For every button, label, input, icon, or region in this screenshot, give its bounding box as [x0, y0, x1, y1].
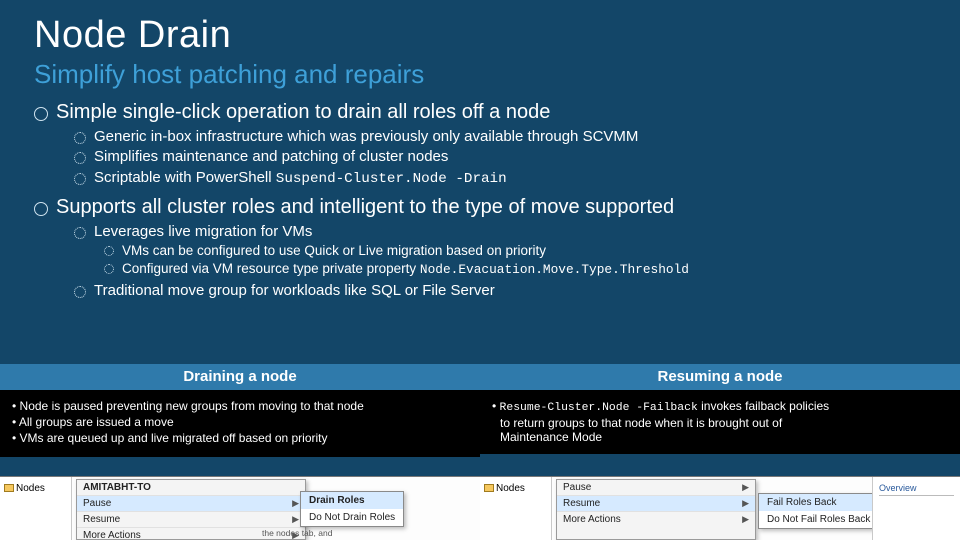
- menu-item-resume[interactable]: Resume ▶: [557, 496, 755, 512]
- panel-header: Resuming a node: [480, 364, 960, 390]
- chevron-right-icon: ▶: [742, 482, 749, 493]
- panel-header: Draining a node: [0, 364, 480, 390]
- chevron-right-icon: ▶: [742, 498, 749, 509]
- bullet-l2: Simplifies maintenance and patching of c…: [74, 147, 926, 167]
- text: Scriptable with PowerShell: [94, 169, 276, 186]
- flyout-menu: Drain Roles Do Not Drain Roles: [300, 491, 404, 527]
- flyout-menu: Fail Roles Back Do Not Fail Roles Back: [758, 493, 888, 529]
- menu-label: Pause: [563, 482, 591, 493]
- slide-subtitle: Simplify host patching and repairs: [34, 59, 926, 90]
- bullet-l1: Supports all cluster roles and intellige…: [34, 195, 926, 220]
- panel-line: Node is paused preventing new groups fro…: [10, 398, 470, 414]
- bullet-content: Simple single-click operation to drain a…: [34, 100, 926, 301]
- chevron-right-icon: ▶: [292, 514, 299, 525]
- bullet-l2: Traditional move group for workloads lik…: [74, 281, 926, 301]
- code-inline: Resume-Cluster.Node -Failback: [500, 402, 698, 414]
- text: Configured via VM resource type private …: [122, 261, 420, 276]
- menu-item-more[interactable]: More Actions ▶: [557, 512, 755, 527]
- menu-label: Pause: [83, 498, 111, 509]
- folder-icon: [4, 484, 14, 492]
- tree-pane: Nodes: [0, 477, 72, 540]
- screenshots-row: Nodes AMITABHT-TO Pause ▶ Resume ▶ More Ac…: [0, 476, 960, 540]
- flyout-item-nofailback[interactable]: Do Not Fail Roles Back: [759, 511, 887, 528]
- flyout-item-nodrain[interactable]: Do Not Drain Roles: [301, 509, 403, 526]
- tree-label: Nodes: [496, 483, 525, 494]
- flyout-item-failback[interactable]: Fail Roles Back: [759, 494, 887, 511]
- menu-item-pause[interactable]: Pause ▶: [557, 480, 755, 496]
- bullet-l3: Configured via VM resource type private …: [104, 260, 926, 278]
- folder-icon: [484, 484, 494, 492]
- panel-body: Node is paused preventing new groups fro…: [0, 390, 480, 457]
- panel-body: Resume-Cluster.Node -Failback invokes fa…: [480, 390, 960, 454]
- bullet-l3: VMs can be configured to use Quick or Li…: [104, 242, 926, 260]
- bullet-l2: Scriptable with PowerShell Suspend-Clust…: [74, 168, 926, 189]
- screenshot-resume: Nodes Pause ▶ Resume ▶ More Actions ▶ Fail …: [480, 476, 960, 540]
- screenshot-drain: Nodes AMITABHT-TO Pause ▶ Resume ▶ More Ac…: [0, 476, 480, 540]
- menu-item-pause[interactable]: Pause ▶: [77, 496, 305, 512]
- actions-pane: Overview: [872, 477, 960, 540]
- code-inline: Node.Evacuation.Move.Type.Threshold: [420, 262, 689, 277]
- panel-line: to return groups to that node when it is…: [490, 416, 950, 430]
- bullet-l2: Leverages live migration for VMs: [74, 222, 926, 242]
- panels-row: Draining a node Node is paused preventin…: [0, 364, 960, 457]
- menu-label: Resume: [563, 498, 600, 509]
- flyout-item-drain[interactable]: Drain Roles: [301, 492, 403, 509]
- tooltip-hint: the nodes tab, and: [262, 528, 332, 538]
- tree-pane: Nodes: [480, 477, 552, 540]
- panel-drain: Draining a node Node is paused preventin…: [0, 364, 480, 457]
- actions-heading: Overview: [879, 483, 954, 496]
- chevron-right-icon: ▶: [742, 514, 749, 525]
- chevron-right-icon: ▶: [292, 498, 299, 509]
- menu-item-resume[interactable]: Resume ▶: [77, 512, 305, 528]
- panel-line: Resume-Cluster.Node -Failback invokes fa…: [490, 398, 950, 416]
- panel-line: VMs are queued up and live migrated off …: [10, 430, 470, 446]
- slide-title: Node Drain: [34, 14, 926, 57]
- panel-resume: Resuming a node Resume-Cluster.Node -Fai…: [480, 364, 960, 457]
- panel-line: Maintenance Mode: [490, 430, 950, 444]
- bullet-l1: Simple single-click operation to drain a…: [34, 100, 926, 125]
- menu-label: Resume: [83, 514, 120, 525]
- bullet-l2: Generic in-box infrastructure which was …: [74, 127, 926, 147]
- tree-label: Nodes: [16, 483, 45, 494]
- menu-label: More Actions: [563, 514, 621, 525]
- code-inline: Suspend-Cluster.Node -Drain: [276, 171, 507, 187]
- menu-header: AMITABHT-TO: [77, 480, 305, 496]
- text: invokes failback policies: [698, 399, 829, 413]
- menu-label: More Actions: [83, 530, 141, 540]
- context-menu: Pause ▶ Resume ▶ More Actions ▶: [556, 479, 756, 540]
- panel-line: All groups are issued a move: [10, 414, 470, 430]
